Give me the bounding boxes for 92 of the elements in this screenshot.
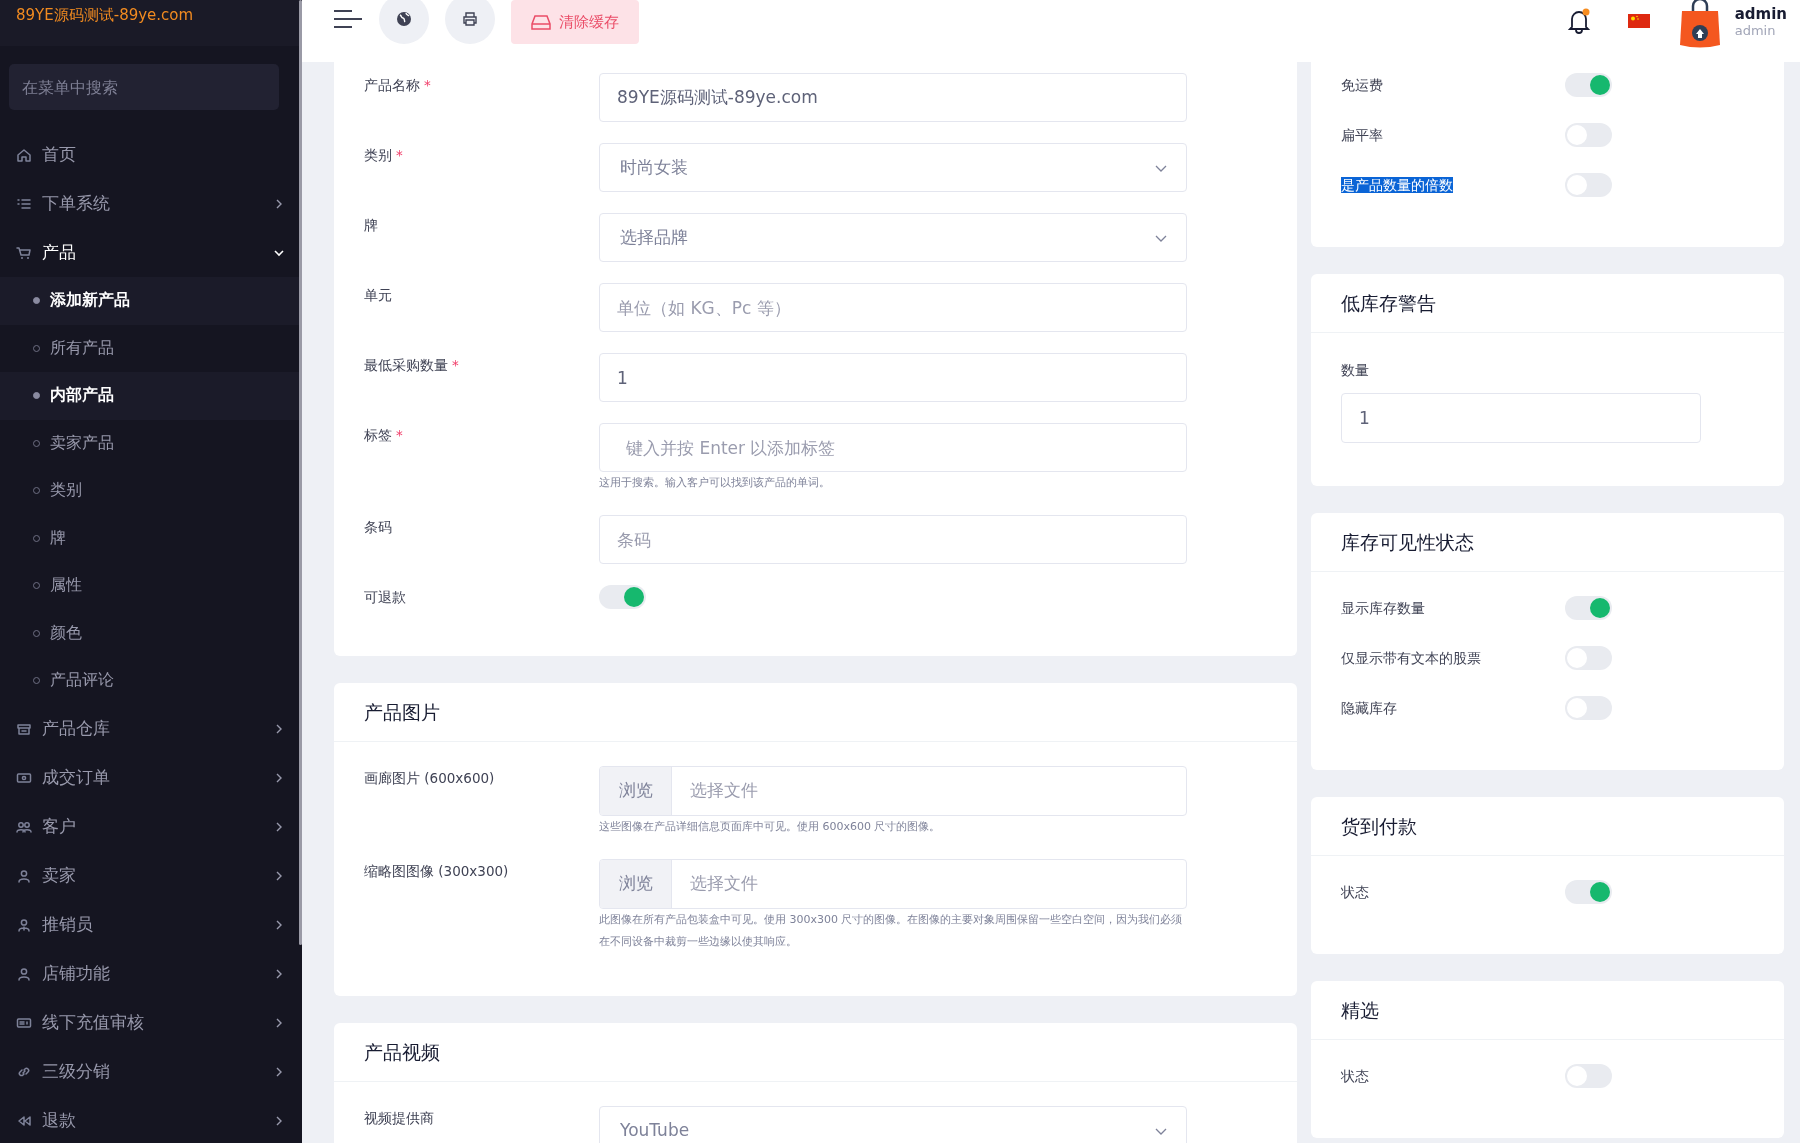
- menu-item[interactable]: 产品: [0, 228, 302, 277]
- submenu-item[interactable]: 添加新产品: [0, 277, 302, 325]
- user-icon: [16, 917, 32, 933]
- submenu-item[interactable]: 类别: [0, 467, 302, 515]
- user-icon: [16, 868, 32, 884]
- file-field[interactable]: 浏览 选择文件: [599, 859, 1187, 909]
- input-field[interactable]: 单位（如 KG、Pc 等）: [599, 283, 1187, 332]
- card-title: 产品图片: [364, 700, 440, 724]
- field-label: 缩略图图像 (300x300): [364, 862, 510, 881]
- field-label: 类别 *: [364, 146, 404, 165]
- select-field[interactable]: YouTube: [599, 1106, 1187, 1143]
- submenu-item[interactable]: 卖家产品: [0, 419, 302, 467]
- card-title: 货到付款: [1341, 814, 1417, 838]
- input-field[interactable]: 1: [599, 353, 1187, 402]
- file-field[interactable]: 浏览 选择文件: [599, 766, 1187, 816]
- card-icon: [16, 1015, 32, 1031]
- submenu-item[interactable]: 所有产品: [0, 324, 302, 372]
- toggle-switch[interactable]: [1565, 596, 1612, 621]
- setting-label: 显示库存数量: [1341, 600, 1425, 617]
- globe-button[interactable]: [379, 0, 429, 44]
- input-field[interactable]: 89YE源码测试-89ye.com: [599, 73, 1187, 122]
- help-text: 此图像在所有产品包装盒中可见。使用 300x300 尺寸的图像。在图像的主要对象周围保留一些空白空间，因为我们必须在不同设备中裁剪一些边缘以使其响应。: [599, 912, 1184, 950]
- print-icon: [462, 11, 478, 27]
- shopping-bag-avatar-icon[interactable]: [1678, 0, 1721, 49]
- cart-icon: [16, 244, 32, 261]
- menu-icon[interactable]: [333, 9, 363, 29]
- field-label: 画廊图片 (600x600): [364, 769, 496, 788]
- field-label: 数量: [1341, 361, 1370, 380]
- submenu-item[interactable]: 产品评论: [0, 657, 302, 705]
- field-label: 可退款: [364, 588, 407, 607]
- user-name: admin: [1734, 6, 1787, 23]
- field-label: 最低采购数量 *: [364, 356, 460, 375]
- submenu-item[interactable]: 属性: [0, 562, 302, 610]
- submenu-item[interactable]: 内部产品: [0, 372, 302, 420]
- select-field[interactable]: 时尚女装: [599, 143, 1187, 192]
- menu-item[interactable]: 线下充值审核: [0, 998, 302, 1048]
- card-title: 低库存警告: [1341, 291, 1436, 315]
- menu-item[interactable]: 卖家: [0, 851, 302, 901]
- menu-item[interactable]: 下单系统: [0, 179, 302, 228]
- file-placeholder: 选择文件: [689, 779, 759, 803]
- setting-label: 隐藏库存: [1341, 700, 1397, 717]
- bell-icon[interactable]: [1566, 8, 1591, 34]
- select-field[interactable]: 选择品牌: [599, 213, 1187, 262]
- browse-button[interactable]: 浏览: [600, 767, 672, 815]
- submenu-item[interactable]: 牌: [0, 514, 302, 562]
- field-label: 标签 *: [364, 426, 404, 445]
- field-label: 视频提供商: [364, 1109, 435, 1128]
- file-placeholder: 选择文件: [689, 872, 759, 896]
- card-title: 产品视频: [364, 1040, 440, 1064]
- field-label: 条码: [364, 518, 393, 537]
- help-text: 这用于搜索。输入客户可以找到该产品的单词。: [599, 475, 831, 491]
- menu-search-field[interactable]: 在菜单中搜索: [9, 64, 279, 110]
- setting-label: 扁平率: [1341, 127, 1383, 143]
- globe-icon: [396, 11, 412, 27]
- menu-item[interactable]: 成交订单: [0, 753, 302, 803]
- setting-label: 仅显示带有文本的股票: [1341, 650, 1481, 667]
- field-label: 牌: [364, 216, 379, 235]
- toggle-switch[interactable]: [1565, 880, 1612, 905]
- field-label: 产品名称 *: [364, 76, 432, 95]
- card-title: 精选: [1341, 998, 1379, 1022]
- home-icon: [16, 146, 32, 163]
- toggle-switch[interactable]: [1565, 73, 1612, 97]
- flag-icon[interactable]: [1627, 14, 1650, 28]
- users-icon: [16, 819, 32, 835]
- submenu-item[interactable]: 颜色: [0, 609, 302, 657]
- quantity-input-field[interactable]: 1: [1341, 393, 1701, 444]
- setting-label: 状态: [1341, 1068, 1369, 1085]
- rewind-icon: [16, 1113, 32, 1129]
- setting-label: 状态: [1341, 884, 1369, 901]
- cash-icon: [16, 770, 32, 786]
- setting-label: 免运费: [1341, 77, 1383, 93]
- toggle-switch[interactable]: [599, 585, 646, 609]
- user-icon: [16, 966, 32, 982]
- menu-item[interactable]: 退款: [0, 1096, 302, 1143]
- tags-input-field[interactable]: 键入并按 Enter 以添加标签: [599, 423, 1187, 472]
- scrollbar[interactable]: [299, 0, 302, 945]
- menu-item[interactable]: 客户: [0, 802, 302, 852]
- help-text: 这些图像在产品详细信息页面库中可见。使用 600x600 尺寸的图像。: [599, 819, 942, 835]
- menu-item[interactable]: 产品仓库: [0, 704, 302, 754]
- menu-item[interactable]: 店铺功能: [0, 949, 302, 999]
- menu-item[interactable]: 首页: [0, 130, 302, 179]
- field-label: 单元: [364, 286, 393, 305]
- browse-button[interactable]: 浏览: [600, 860, 672, 908]
- menu-item[interactable]: 三级分销: [0, 1047, 302, 1097]
- user-role: admin: [1734, 22, 1777, 40]
- drive-icon: [531, 14, 551, 30]
- menu-item[interactable]: 推销员: [0, 900, 302, 950]
- input-field[interactable]: 条码: [599, 515, 1187, 564]
- print-button[interactable]: [445, 0, 495, 44]
- storage-icon: [16, 721, 32, 737]
- setting-label: 是产品数量的倍数: [1341, 177, 1453, 193]
- card-title: 库存可见性状态: [1341, 530, 1474, 554]
